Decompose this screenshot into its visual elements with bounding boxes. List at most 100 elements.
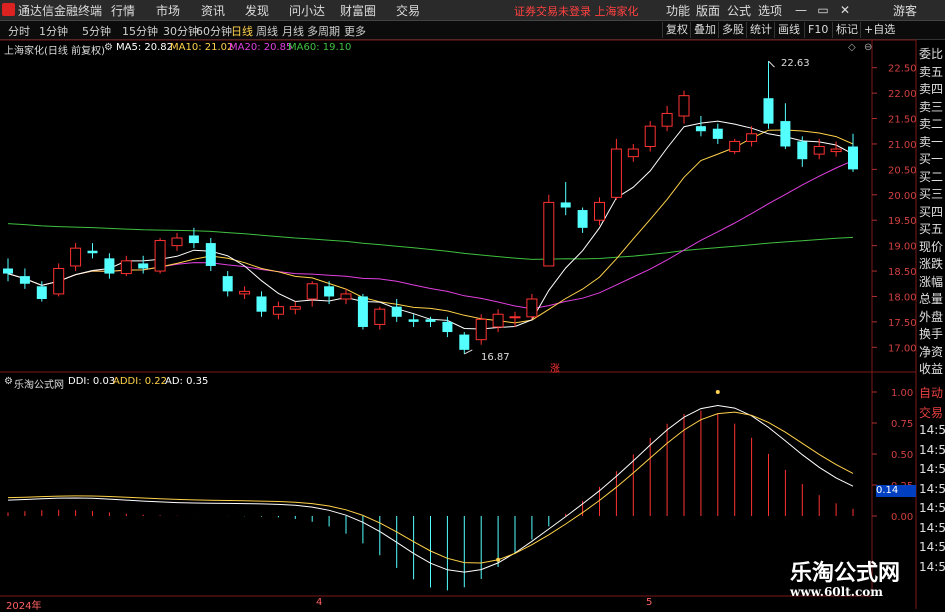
side-item: 买一 [919,152,944,166]
side-item: 涨幅 [919,274,944,289]
price-tick-label: 22.50 [888,64,917,75]
candle-body [138,263,149,269]
side-lower-item: 14:56 [919,423,945,437]
price-tick-label: 18.00 [888,292,917,303]
ind-tick-label: 1.00 [891,388,913,399]
side-item: 外盘 [919,309,944,324]
ma10-legend: MA10: 21.02 [170,42,234,53]
xaxis-year: 2024年 [6,601,42,612]
candle-body [678,95,690,117]
low-marker [464,349,473,355]
ma60-legend: MA60: 19.10 [288,42,352,53]
candle-body [729,140,741,153]
candle-body [19,276,30,284]
candle-body [306,283,318,300]
candle-body [830,148,842,153]
side-item: 买四 [919,204,944,219]
diamond-icon[interactable]: ◇ [848,42,856,53]
candle-body [425,319,436,322]
ma5-line [7,120,854,330]
signal-dot [496,557,501,562]
candle-body [661,112,673,127]
settings-gear-icon[interactable]: ⚙ [104,42,113,53]
side-lower-item: 自动 [919,386,944,400]
candle-body [475,318,487,341]
rise-marker: 涨 [550,364,560,375]
candle-body [357,296,368,327]
candle-body [324,286,335,297]
side-lower-item: 14:56 [919,520,945,535]
candle-body [70,247,82,267]
kline-chart[interactable]: 22.50 22.00 21.50 21.00 20.50 20.00 19.50 19.00… [0,0,945,609]
candle-body [543,201,555,267]
candle-body [239,290,251,295]
side-lower-item: 14:56 [919,481,945,496]
collapse-icon[interactable]: ⊖ [864,42,872,53]
candle-body [746,133,758,142]
candle-body [120,260,132,275]
side-lower-item: 14:56 [919,462,945,476]
candle-body [780,121,791,147]
indicator-current-value: 0.14 [876,485,916,497]
price-tick-label: 17.50 [888,318,917,329]
candle-body [797,141,808,160]
side-item: 涨跌 [919,257,944,271]
ma20-legend: MA20: 20.85 [229,42,293,53]
price-tick-label: 21.50 [888,115,917,126]
xaxis-april: 4 [316,597,323,608]
candle-body [627,148,639,158]
side-lower-item: 14:56 [919,540,945,554]
high-label: 22.63 [781,58,810,69]
price-tick-label: 17.00 [888,343,917,354]
indicator-title: 乐淘公式网 [14,380,64,391]
side-item: 买五 [919,222,944,236]
price-tick-label: 18.50 [888,267,917,278]
indicator-gear-icon[interactable]: ⚙ [4,376,13,387]
ma20-line [7,160,854,310]
side-lower-item: 14:56 [919,442,945,457]
ind-tick-label: 0.50 [891,450,913,461]
side-lower-item: 交易 [919,405,944,420]
signal-dot [715,390,720,394]
side-item: 卖五 [919,64,944,79]
side-item: 收益 [919,362,944,376]
side-item: 卖三 [919,99,944,114]
side-lower-item: 14:56 [919,501,945,515]
candle-body [492,313,504,328]
xaxis-may: 5 [646,597,653,608]
price-tick-label: 20.00 [888,191,917,202]
ma5-legend: MA5: 20.82 [116,42,174,53]
chart-title: 上海家化(日线 前复权) [4,46,105,57]
ind-tick-label: 0.75 [891,419,913,430]
addi-legend: ADDI: 0.22 [113,376,168,387]
price-tick-label: 20.50 [888,165,917,176]
price-tick-label: 22.00 [888,89,917,100]
ma60-line [7,223,854,260]
ma10-line [7,129,854,324]
candle-body [594,201,605,221]
candle-body [610,148,622,198]
side-item: 换手 [919,327,944,341]
candle-body [560,202,571,208]
watermark-title: 乐淘公式网 [790,560,901,586]
candle-body [459,334,470,350]
candle-body [53,268,65,295]
side-item: 净资 [919,344,944,359]
side-item: 卖二 [919,117,944,131]
candle-body [36,286,47,299]
candle-body [3,268,13,274]
candle-body [763,98,774,124]
low-label: 16.87 [481,352,510,363]
side-item: 卖四 [919,82,944,96]
candle-body [695,126,706,132]
ind-tick-label: 0.00 [891,512,913,523]
candle-body [848,146,858,170]
candle-body [712,128,723,139]
watermark-url: www.60lt.com [790,585,883,599]
candle-body [87,250,98,254]
candle-body [644,125,656,147]
candle-body [171,237,183,247]
side-item: 买三 [919,187,944,201]
candle-body [205,243,216,266]
side-item: 总量 [919,292,944,306]
